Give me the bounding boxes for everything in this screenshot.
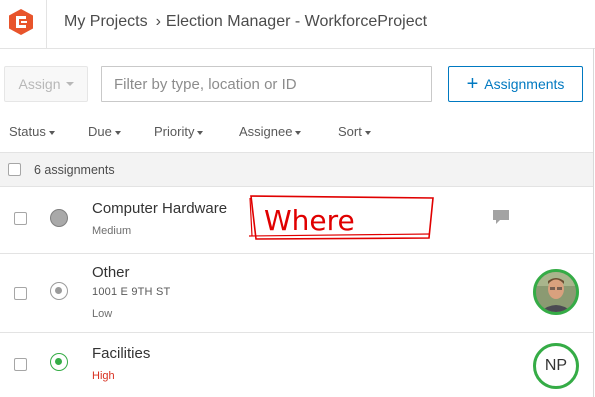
sort-label: Sort: [338, 124, 362, 139]
priority-filter-label: Priority: [154, 124, 195, 139]
header-divider: [46, 0, 47, 48]
breadcrumb-current-project: Election Manager - WorkforceProject: [165, 13, 428, 30]
status-filter-dropdown[interactable]: Status: [9, 124, 55, 139]
breadcrumb-root-link[interactable]: My Projects: [64, 13, 148, 30]
chevron-down-icon: [114, 130, 121, 135]
row-checkbox[interactable]: [14, 287, 27, 300]
add-assignments-button[interactable]: + Assignments: [448, 66, 583, 102]
sort-dropdown[interactable]: Sort: [338, 124, 371, 139]
assigned-status-icon: [50, 282, 68, 300]
breadcrumb-separator: ›: [155, 13, 161, 30]
due-filter-dropdown[interactable]: Due: [88, 124, 121, 139]
assignment-row[interactable]: Other 1001 E 9TH ST Low: [0, 254, 593, 333]
assign-dropdown-button[interactable]: Assign: [4, 66, 88, 102]
assignment-count-bar: 6 assignments: [0, 152, 593, 187]
assignment-priority: Low: [92, 308, 113, 320]
assignment-count: 6 assignments: [34, 163, 115, 177]
worker-avatar-photo[interactable]: [533, 269, 579, 315]
chevron-down-icon: [364, 130, 371, 135]
assignment-priority: Medium: [92, 225, 132, 237]
assignment-title: Facilities: [92, 345, 151, 362]
person-photo-icon: [536, 272, 576, 312]
chevron-down-icon: [295, 130, 302, 135]
plus-icon: +: [466, 73, 479, 95]
due-filter-label: Due: [88, 124, 112, 139]
filter-input[interactable]: [101, 66, 432, 102]
avatar-initials-text: NP: [544, 357, 568, 374]
comment-icon[interactable]: [492, 209, 510, 225]
app-header: My Projects › Election Manager - Workforce…: [0, 0, 595, 49]
assignment-location: 1001 E 9TH ST: [92, 286, 171, 298]
assignment-row[interactable]: Facilities High: [0, 333, 593, 397]
assignee-filter-dropdown[interactable]: Assignee: [239, 124, 302, 139]
in-progress-status-icon: [50, 353, 68, 371]
select-all-checkbox[interactable]: [8, 163, 21, 176]
filter-sort-bar: Status Due Priority Assignee Sort: [0, 118, 595, 146]
chevron-down-icon: [48, 130, 55, 135]
workforce-logo-icon[interactable]: [9, 9, 33, 35]
assignment-toolbar: Assign + Assignments: [0, 60, 595, 108]
assignment-title: Other: [92, 264, 130, 281]
row-checkbox[interactable]: [14, 212, 27, 225]
priority-filter-dropdown[interactable]: Priority: [154, 124, 204, 139]
assign-button-label: Assign: [18, 76, 61, 92]
handwritten-annotation: Where: [248, 195, 434, 240]
chevron-down-icon: [197, 130, 204, 135]
annotation-text: Where: [264, 204, 355, 237]
breadcrumb: My Projects › Election Manager - Workforce…: [64, 13, 427, 31]
add-assignments-label: Assignments: [484, 76, 565, 92]
chevron-down-icon: [65, 82, 74, 86]
row-checkbox[interactable]: [14, 358, 27, 371]
worker-avatar-initials[interactable]: NP: [533, 343, 579, 389]
assignment-priority: High: [92, 370, 115, 382]
assignment-title: Computer Hardware: [92, 200, 228, 217]
status-filter-label: Status: [9, 124, 46, 139]
unassigned-status-icon: [50, 209, 68, 227]
assignee-filter-label: Assignee: [239, 124, 293, 139]
